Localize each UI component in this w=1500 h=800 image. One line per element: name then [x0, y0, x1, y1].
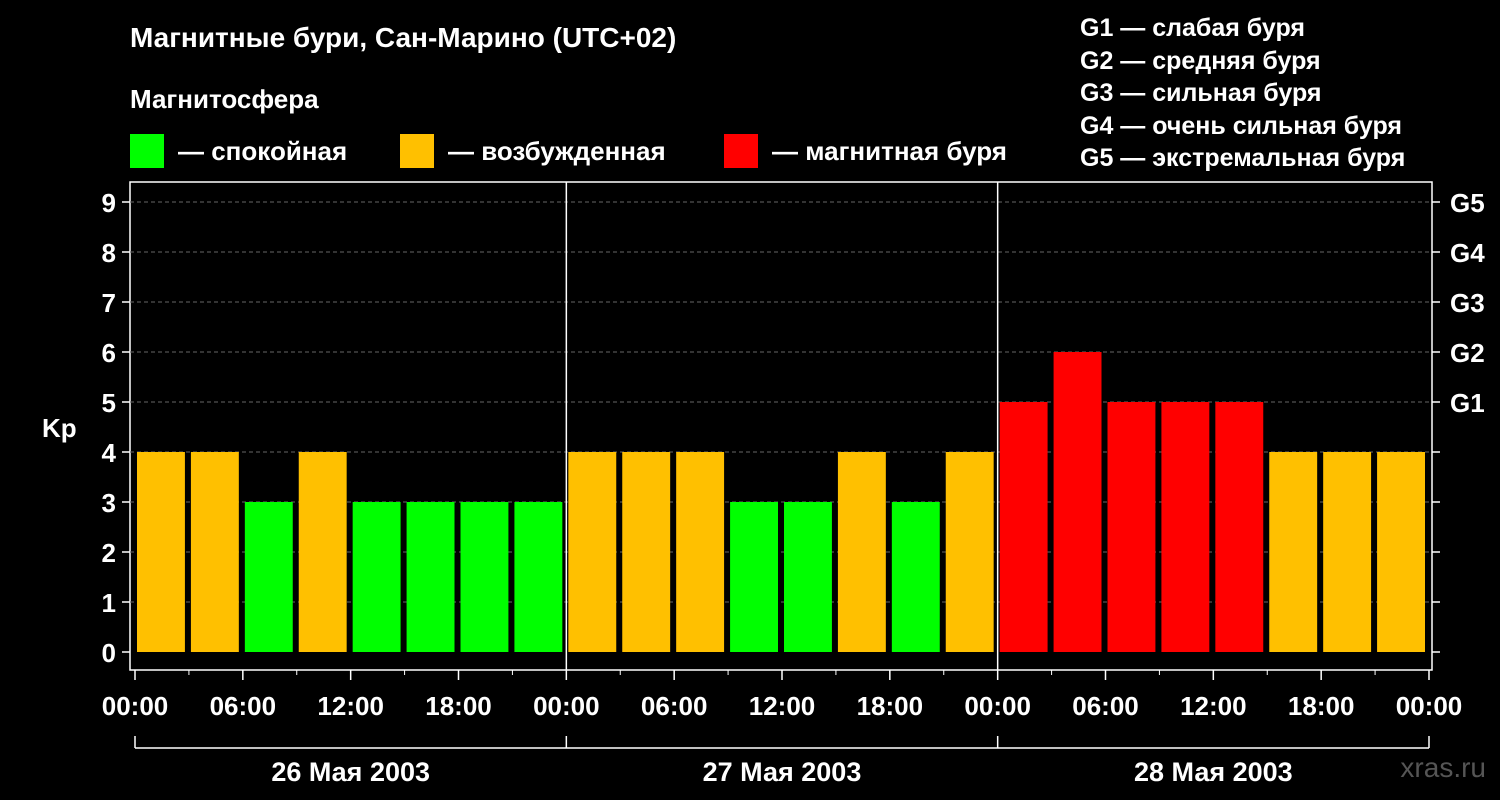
kp-bar — [460, 502, 509, 652]
kp-bar — [891, 502, 940, 652]
kp-bar — [1107, 402, 1156, 652]
x-tick-label: 12:00 — [317, 691, 384, 721]
x-tick-label: 18:00 — [1288, 691, 1355, 721]
y-tick-label: 3 — [102, 488, 116, 518]
g-scale-label: G1 — [1450, 388, 1485, 418]
y-tick-label: 1 — [102, 588, 116, 618]
watermark: xras.ru — [1400, 752, 1486, 783]
kp-bar — [298, 452, 347, 652]
kp-bar — [406, 502, 455, 652]
kp-bar — [1269, 452, 1318, 652]
x-tick-label: 12:00 — [1180, 691, 1247, 721]
x-tick-label: 00:00 — [1396, 691, 1463, 721]
kp-bar — [1161, 402, 1210, 652]
kp-bar — [837, 452, 886, 652]
day-label: 28 Мая 2003 — [1134, 757, 1293, 787]
kp-bar — [1323, 452, 1372, 652]
g-scale-label: G5 — [1450, 188, 1485, 218]
y-tick-label: 7 — [102, 288, 116, 318]
kp-bar — [137, 452, 185, 652]
x-tick-label: 00:00 — [102, 691, 169, 721]
y-tick-label: 2 — [102, 538, 116, 568]
x-tick-label: 00:00 — [533, 691, 600, 721]
kp-bar — [190, 452, 239, 652]
x-tick-label: 06:00 — [1072, 691, 1139, 721]
kp-bar — [514, 502, 563, 652]
kp-bar — [676, 452, 725, 652]
x-tick-label: 06:00 — [641, 691, 708, 721]
kp-bar — [784, 502, 832, 652]
g-scale-label: G3 — [1450, 288, 1485, 318]
day-label: 26 Мая 2003 — [271, 757, 430, 787]
kp-bar — [1215, 402, 1264, 652]
day-label: 27 Мая 2003 — [703, 757, 862, 787]
kp-bar — [730, 502, 778, 652]
kp-bar — [352, 502, 401, 652]
y-tick-label: 5 — [102, 388, 116, 418]
x-tick-label: 18:00 — [857, 691, 924, 721]
y-tick-label: 8 — [102, 238, 116, 268]
y-tick-label: 4 — [102, 438, 117, 468]
kp-bar — [999, 402, 1048, 652]
y-axis-label: Kp — [42, 413, 77, 443]
g-scale-label: G4 — [1450, 238, 1485, 268]
kp-bar — [1053, 352, 1102, 652]
x-tick-label: 06:00 — [210, 691, 277, 721]
kp-bar-chart: 0 1 2 3 4 5 6 7 8 9 G1 G2 G3 G4 G5 Kp 00:00 06:00 12:00 18:… — [42, 181, 1485, 787]
x-tick-label: 12:00 — [749, 691, 816, 721]
y-tick-label: 9 — [102, 188, 116, 218]
x-tick-label: 18:00 — [425, 691, 492, 721]
g-scale-label: G2 — [1450, 338, 1485, 368]
x-tick-label: 00:00 — [964, 691, 1031, 721]
y-tick-label: 0 — [102, 638, 116, 668]
kp-bar — [945, 452, 994, 652]
kp-bar — [244, 502, 293, 652]
kp-bar — [1377, 452, 1425, 652]
kp-bar — [568, 452, 617, 652]
kp-bar — [622, 452, 671, 652]
y-tick-label: 6 — [102, 338, 116, 368]
